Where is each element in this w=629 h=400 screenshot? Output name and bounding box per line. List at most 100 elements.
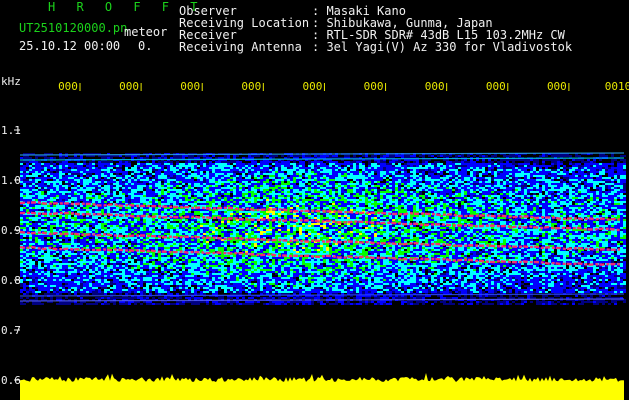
heatmap-cell bbox=[74, 173, 77, 175]
heatmap-cell bbox=[362, 187, 365, 189]
heatmap-cell bbox=[449, 185, 452, 187]
heatmap-cell bbox=[155, 197, 158, 199]
heatmap-cell bbox=[47, 199, 50, 201]
heatmap-cell bbox=[476, 195, 479, 197]
heatmap-cell bbox=[521, 169, 524, 171]
heatmap-cell bbox=[146, 181, 149, 183]
heatmap-cell bbox=[233, 155, 236, 157]
heatmap-cell bbox=[608, 199, 611, 201]
heatmap-cell bbox=[170, 175, 173, 177]
heatmap-cell bbox=[545, 165, 548, 167]
heatmap-cell bbox=[521, 201, 524, 203]
heatmap-cell bbox=[389, 189, 392, 191]
heatmap-cell bbox=[392, 177, 395, 179]
heatmap-cell bbox=[278, 179, 281, 181]
heatmap-cell bbox=[347, 207, 350, 209]
heatmap-cell bbox=[419, 195, 422, 197]
heatmap-cell bbox=[533, 185, 536, 187]
heatmap-cell bbox=[428, 201, 431, 203]
heatmap-cell bbox=[284, 167, 287, 169]
heatmap-cell bbox=[488, 203, 491, 205]
heatmap-cell bbox=[422, 163, 425, 165]
heatmap-cell bbox=[581, 165, 584, 167]
heatmap-cell bbox=[575, 173, 578, 175]
heatmap-cell bbox=[35, 165, 38, 167]
heatmap-cell bbox=[26, 179, 29, 181]
heatmap-cell bbox=[602, 179, 605, 181]
heatmap-cell bbox=[431, 165, 434, 167]
heatmap-cell bbox=[209, 185, 212, 187]
heatmap-cell bbox=[215, 195, 218, 197]
heatmap-cell bbox=[317, 195, 320, 197]
heatmap-cell bbox=[455, 179, 458, 181]
heatmap-cell bbox=[233, 191, 236, 193]
heatmap-cell bbox=[380, 169, 383, 171]
heatmap-cell bbox=[206, 197, 209, 199]
heatmap-cell bbox=[50, 165, 53, 167]
heatmap-cell bbox=[218, 177, 221, 179]
heatmap-cell bbox=[242, 189, 245, 191]
heatmap-cell bbox=[41, 185, 44, 187]
heatmap-cell bbox=[557, 197, 560, 199]
heatmap-cell bbox=[611, 155, 614, 157]
heatmap-cell bbox=[458, 191, 461, 193]
heatmap-cell bbox=[404, 165, 407, 167]
heatmap-cell bbox=[425, 207, 428, 209]
heatmap-cell bbox=[614, 203, 617, 205]
heatmap-cell bbox=[359, 173, 362, 175]
heatmap-cell bbox=[506, 189, 509, 191]
heatmap-cell bbox=[539, 195, 542, 197]
heatmap-cell bbox=[578, 169, 581, 171]
heatmap-cell bbox=[383, 169, 386, 171]
heatmap-cell bbox=[374, 197, 377, 199]
heatmap-cell bbox=[359, 197, 362, 199]
heatmap-cell bbox=[233, 201, 236, 203]
heatmap-cell bbox=[116, 163, 119, 165]
heatmap-cell bbox=[260, 193, 263, 195]
heatmap-cell bbox=[128, 181, 131, 183]
heatmap-cell bbox=[170, 169, 173, 171]
heatmap-cell bbox=[350, 197, 353, 199]
heatmap-cell bbox=[230, 201, 233, 203]
heatmap-cell bbox=[50, 171, 53, 173]
heatmap-cell bbox=[509, 197, 512, 199]
heatmap-cell bbox=[311, 173, 314, 175]
heatmap-cell bbox=[257, 169, 260, 171]
heatmap-cell bbox=[245, 181, 248, 183]
heatmap-cell bbox=[512, 165, 515, 167]
heatmap-cell bbox=[365, 181, 368, 183]
heatmap-cell bbox=[365, 193, 368, 195]
heatmap-cell bbox=[368, 181, 371, 183]
heatmap-cell bbox=[443, 155, 446, 157]
heatmap-cell bbox=[500, 181, 503, 183]
heatmap-cell bbox=[278, 201, 281, 203]
heatmap-cell bbox=[125, 187, 128, 189]
heatmap-cell bbox=[476, 159, 479, 161]
heatmap-cell bbox=[26, 199, 29, 201]
heatmap-cell bbox=[620, 181, 623, 183]
heatmap-cell bbox=[401, 173, 404, 175]
heatmap-cell bbox=[566, 183, 569, 185]
heatmap-cell bbox=[572, 183, 575, 185]
heatmap-cell bbox=[605, 167, 608, 169]
heatmap-cell bbox=[275, 201, 278, 203]
heatmap-cell bbox=[542, 201, 545, 203]
heatmap-cell bbox=[188, 179, 191, 181]
heatmap-cell bbox=[20, 199, 23, 201]
heatmap-cell bbox=[317, 199, 320, 201]
heatmap-cell bbox=[281, 161, 284, 163]
heatmap-cell bbox=[302, 187, 305, 189]
heatmap-cell bbox=[401, 155, 404, 157]
heatmap-cell bbox=[467, 207, 470, 209]
heatmap-cell bbox=[266, 175, 269, 177]
heatmap-cell bbox=[41, 169, 44, 171]
heatmap-cell bbox=[491, 177, 494, 179]
heatmap-cell bbox=[479, 165, 482, 167]
heatmap-cell bbox=[20, 195, 23, 197]
heatmap-cell bbox=[623, 185, 626, 187]
heatmap-cell bbox=[611, 193, 614, 195]
heatmap-cell bbox=[215, 169, 218, 171]
heatmap-cell bbox=[128, 189, 131, 191]
heatmap-cell bbox=[38, 177, 41, 179]
heatmap-cell bbox=[620, 163, 623, 165]
